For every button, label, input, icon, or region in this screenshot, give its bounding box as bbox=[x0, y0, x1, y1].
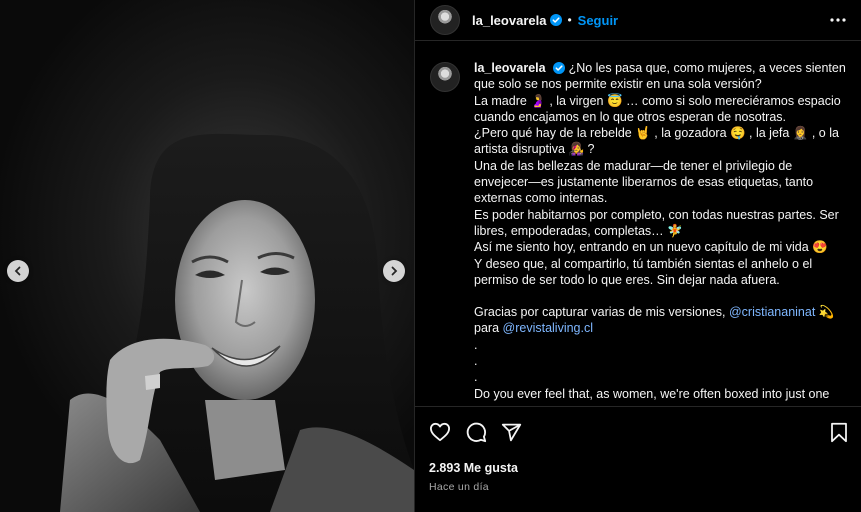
caption-line: Una de las bellezas de madurar—de tener … bbox=[474, 158, 814, 206]
caption-english: Do you ever feel that, as women, we're o… bbox=[474, 386, 830, 401]
caption-line: Y deseo que, al compartirlo, tú también … bbox=[474, 256, 813, 287]
verified-badge-icon bbox=[553, 62, 566, 74]
share-button[interactable] bbox=[501, 422, 522, 443]
likes-count[interactable]: 2.893 Me gusta bbox=[429, 461, 848, 475]
previous-photo-button[interactable] bbox=[7, 260, 29, 282]
credits-emoji: 💫 bbox=[818, 305, 835, 320]
save-button[interactable] bbox=[830, 422, 848, 443]
action-icons bbox=[429, 421, 848, 443]
author-avatar[interactable] bbox=[430, 5, 460, 35]
post-details-panel: la_leovarela • Seguir la_leovarela ¿No l… bbox=[414, 0, 861, 512]
caption-area: la_leovarela ¿No les pasa que, como muje… bbox=[415, 42, 861, 406]
like-button[interactable] bbox=[429, 422, 451, 442]
comment-button[interactable] bbox=[465, 421, 487, 443]
heart-icon bbox=[429, 422, 450, 442]
caption-username[interactable]: la_leovarela bbox=[474, 61, 546, 75]
mention-link[interactable]: @revistaliving.cl bbox=[503, 321, 594, 335]
next-photo-button[interactable] bbox=[383, 260, 405, 282]
share-icon bbox=[501, 423, 522, 441]
more-options-icon bbox=[830, 18, 846, 22]
credits-prefix: Gracias por capturar varias de mis versi… bbox=[474, 305, 726, 320]
follow-button[interactable]: Seguir bbox=[578, 13, 618, 28]
credits-para: para bbox=[474, 321, 500, 336]
mention-link[interactable]: @cristiananinat bbox=[729, 305, 815, 319]
verified-badge-icon bbox=[550, 14, 563, 26]
caption-dot: . bbox=[474, 354, 478, 369]
caption-line: ¿Pero qué hay de la rebelde 🤘 , la gozad… bbox=[474, 126, 839, 157]
portrait-photo bbox=[60, 133, 414, 512]
post-header: la_leovarela • Seguir bbox=[415, 0, 861, 41]
caption-dot: . bbox=[474, 337, 478, 352]
caption-line: Es poder habitarnos por completo, con to… bbox=[474, 207, 839, 238]
post-actions: 2.893 Me gusta Hace un día bbox=[415, 406, 861, 512]
more-options-button[interactable] bbox=[830, 18, 846, 22]
caption-line: Así me siento hoy, entrando en un nuevo … bbox=[474, 240, 828, 255]
post-timestamp[interactable]: Hace un día bbox=[429, 481, 848, 493]
comment-icon bbox=[466, 422, 487, 443]
caption-dot: . bbox=[474, 370, 478, 385]
bookmark-icon bbox=[831, 422, 847, 442]
caption-credits: Gracias por capturar varias de mis versi… bbox=[474, 304, 847, 337]
caption-line: La madre 🤰 , la virgen 😇 … como si solo … bbox=[474, 93, 841, 124]
chevron-left-icon bbox=[14, 266, 21, 276]
header-separator: • bbox=[567, 13, 572, 27]
caption-text: la_leovarela ¿No les pasa que, como muje… bbox=[474, 60, 847, 406]
post-photo[interactable] bbox=[0, 0, 414, 512]
author-username[interactable]: la_leovarela bbox=[472, 13, 546, 28]
chevron-right-icon bbox=[391, 266, 398, 276]
caption-author-avatar[interactable] bbox=[430, 62, 460, 92]
